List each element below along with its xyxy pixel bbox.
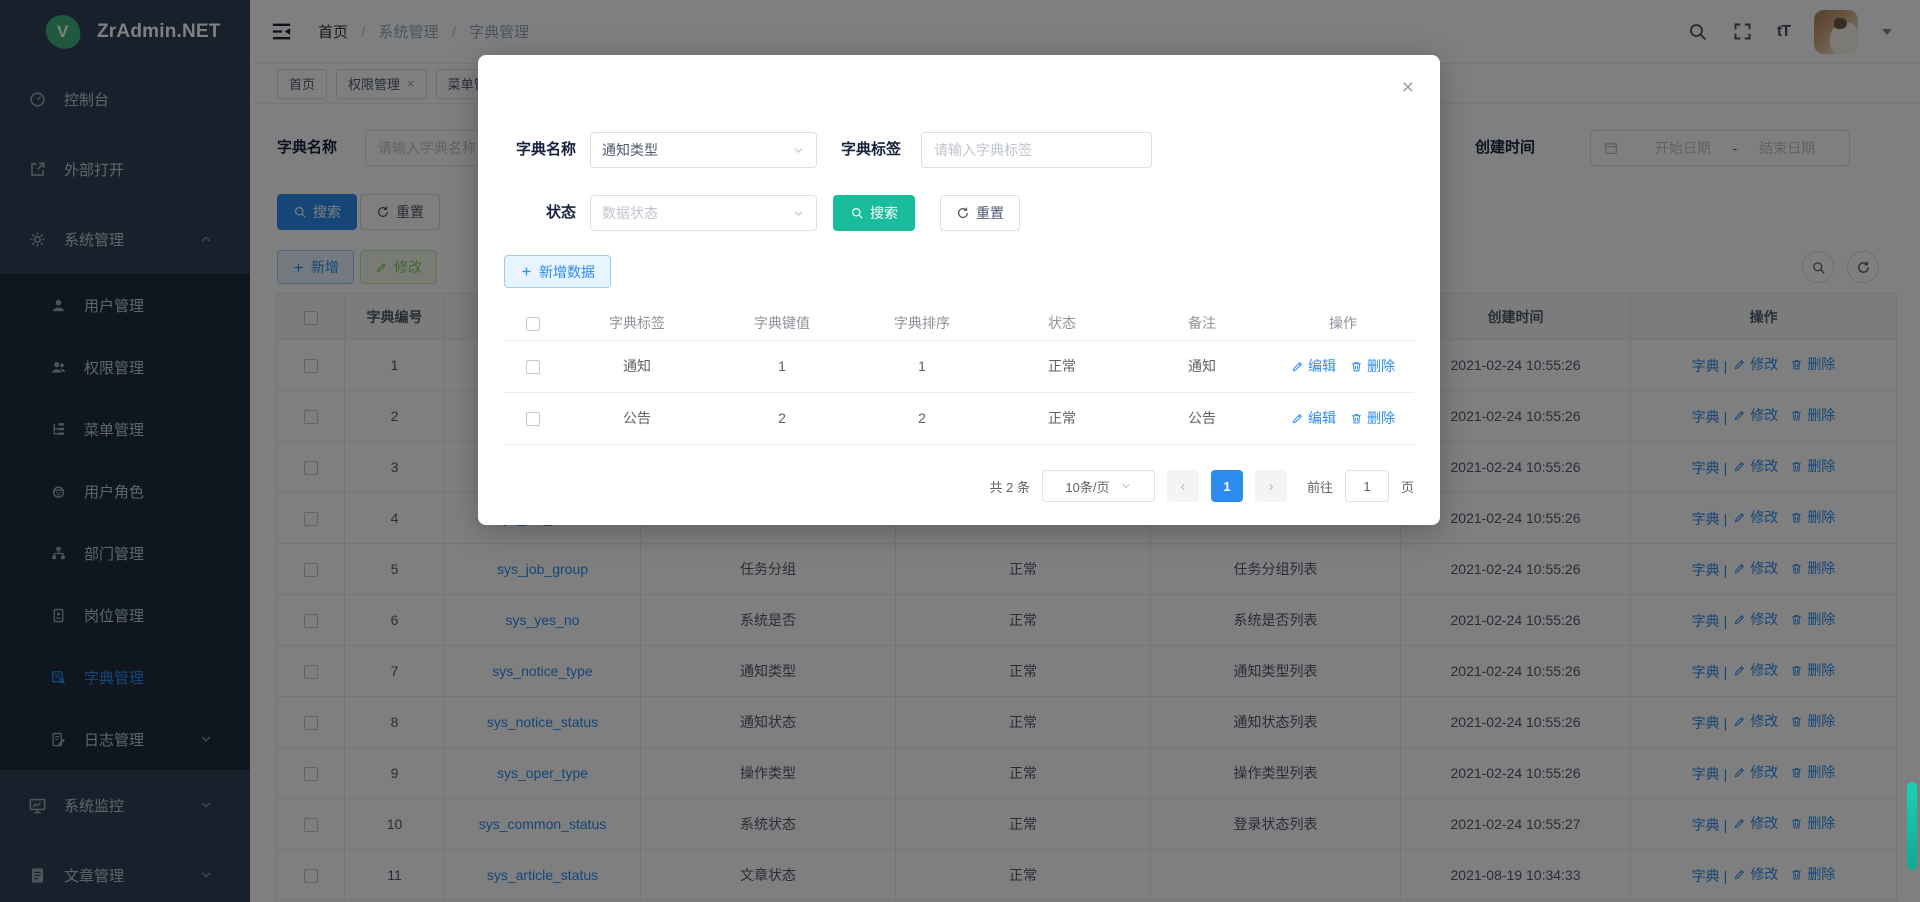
modal-dict-tag-input[interactable]: [921, 132, 1152, 168]
modal-dict-name-label: 字典名称: [504, 132, 576, 168]
scrollbar-thumb[interactable]: [1907, 782, 1917, 870]
cell-value: 2: [712, 392, 852, 444]
cell-status: 正常: [992, 392, 1132, 444]
row-checkbox[interactable]: [526, 412, 540, 426]
pagination-total: 共 2 条: [990, 477, 1030, 496]
header-dict-sort: 字典排序: [852, 306, 992, 340]
page-size-value: 10条/页: [1065, 477, 1109, 496]
pen-icon: [1291, 360, 1304, 373]
goto-prefix: 前往: [1307, 477, 1333, 496]
modal-reset-button[interactable]: 重置: [940, 195, 1020, 231]
edit-link[interactable]: 编辑: [1291, 356, 1336, 376]
cell-sort: 1: [852, 340, 992, 392]
modal-reset-label: 重置: [976, 203, 1004, 223]
status-placeholder: 数据状态: [602, 203, 658, 223]
chevron-down-icon: [792, 207, 805, 220]
page-size-select[interactable]: 10条/页: [1042, 470, 1155, 502]
modal-dict-tag-label: 字典标签: [829, 132, 901, 168]
delete-link[interactable]: 删除: [1350, 356, 1395, 376]
modal-table-row: 公告 2 2 正常 公告 编辑删除: [504, 392, 1414, 444]
search-icon: [850, 206, 864, 220]
add-data-label: 新增数据: [539, 262, 595, 282]
refresh-icon: [956, 206, 970, 220]
cell-label: 公告: [562, 392, 712, 444]
trash-icon: [1350, 360, 1363, 373]
modal-pagination: 共 2 条 10条/页 ‹ 1 › 前往 页: [504, 470, 1414, 502]
plus-icon: [520, 265, 533, 278]
cell-sort: 2: [852, 392, 992, 444]
pen-icon: [1291, 412, 1304, 425]
row-checkbox[interactable]: [526, 360, 540, 374]
chevron-right-icon: ›: [1268, 478, 1273, 495]
edit-link[interactable]: 编辑: [1291, 408, 1336, 428]
cell-status: 正常: [992, 340, 1132, 392]
chevron-left-icon: ‹: [1180, 478, 1185, 495]
modal-status-select[interactable]: 数据状态: [590, 195, 817, 231]
goto-suffix: 页: [1401, 477, 1414, 496]
trash-icon: [1350, 412, 1363, 425]
select-all-checkbox[interactable]: [526, 317, 540, 331]
modal-table-row: 通知 1 1 正常 通知 编辑删除: [504, 340, 1414, 392]
modal-status-label: 状态: [504, 195, 576, 231]
delete-link[interactable]: 删除: [1350, 408, 1395, 428]
selected-dict-name: 通知类型: [602, 140, 658, 160]
modal-search-label: 搜索: [870, 203, 898, 223]
chevron-down-icon: [792, 144, 805, 157]
current-page-button[interactable]: 1: [1211, 470, 1243, 502]
header-dict-label: 字典标签: [562, 306, 712, 340]
cell-remark: 通知: [1132, 340, 1272, 392]
chevron-down-icon: [1120, 480, 1132, 492]
dict-data-modal: × 字典名称 通知类型 字典标签 状态 数据状态 搜索 重置 新增数据 字典标签…: [478, 55, 1440, 525]
next-page-button[interactable]: ›: [1255, 470, 1287, 502]
cell-value: 1: [712, 340, 852, 392]
cell-label: 通知: [562, 340, 712, 392]
prev-page-button[interactable]: ‹: [1167, 470, 1199, 502]
header-remark: 备注: [1132, 306, 1272, 340]
dict-data-table: 字典标签 字典键值 字典排序 状态 备注 操作 通知 1 1 正常 通知 编辑删…: [504, 306, 1414, 445]
modal-search-button[interactable]: 搜索: [833, 195, 915, 231]
header-status: 状态: [992, 306, 1132, 340]
header-dict-value: 字典键值: [712, 306, 852, 340]
goto-page-input[interactable]: [1345, 470, 1389, 502]
modal-table-header-row: 字典标签 字典键值 字典排序 状态 备注 操作: [504, 306, 1414, 340]
cell-remark: 公告: [1132, 392, 1272, 444]
header-actions: 操作: [1272, 306, 1414, 340]
add-data-button[interactable]: 新增数据: [504, 255, 611, 288]
modal-dict-name-select[interactable]: 通知类型: [590, 132, 817, 168]
close-icon[interactable]: ×: [1402, 77, 1414, 98]
